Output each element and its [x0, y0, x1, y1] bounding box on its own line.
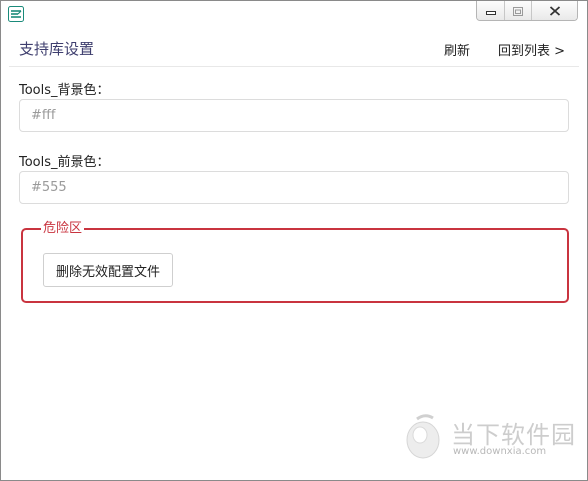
maximize-button[interactable] [505, 1, 532, 20]
app-window: 支持库设置 刷新 回到列表 > Tools_背景色： Tools_前景色： 危险… [0, 0, 588, 481]
title-bar[interactable] [1, 1, 587, 27]
watermark-url: www.downxia.com [453, 446, 547, 457]
bg-color-input[interactable] [19, 99, 569, 132]
watermark-brand: 当下软件园 [451, 421, 576, 449]
refresh-link[interactable]: 刷新 [444, 40, 470, 59]
app-logo-icon [8, 6, 24, 22]
minimize-button[interactable] [477, 1, 505, 20]
fg-color-input[interactable] [19, 171, 569, 204]
page-header: 支持库设置 刷新 回到列表 > [9, 27, 579, 67]
close-icon [549, 1, 561, 20]
close-button[interactable] [532, 1, 577, 20]
back-to-list-link[interactable]: 回到列表 > [498, 40, 565, 59]
danger-zone-legend: 危险区 [41, 221, 85, 237]
watermark: 当下软件园 www.downxia.com [403, 413, 576, 461]
fg-color-label: Tools_前景色： [19, 155, 110, 170]
bg-color-label: Tools_背景色： [19, 83, 110, 98]
danger-zone: 危险区 删除无效配置文件 [21, 221, 569, 303]
delete-invalid-config-button[interactable]: 删除无效配置文件 [43, 253, 174, 287]
minimize-icon [485, 1, 496, 20]
window-controls [476, 1, 578, 21]
maximize-icon [513, 1, 523, 20]
downxia-logo-icon [403, 413, 445, 461]
page-title: 支持库设置 [19, 40, 95, 58]
